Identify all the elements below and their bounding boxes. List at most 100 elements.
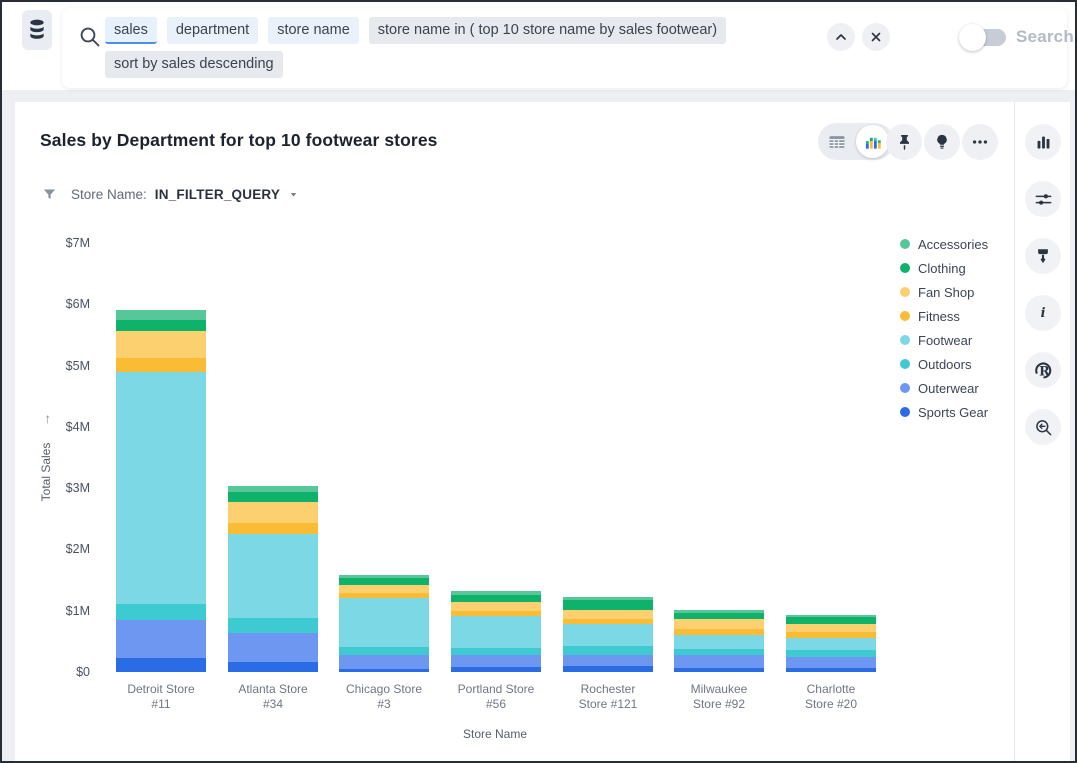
x-tick-label: MilwaukeeStore #92 xyxy=(664,682,774,712)
legend-dot-icon xyxy=(900,359,910,369)
searchiq-toggle[interactable] xyxy=(961,29,1006,46)
stacked-bar[interactable] xyxy=(339,575,429,672)
bar-segment[interactable] xyxy=(786,617,876,624)
bar-segment[interactable] xyxy=(674,635,764,649)
table-view-button[interactable] xyxy=(818,123,856,160)
bar-segment[interactable] xyxy=(339,598,429,647)
legend-dot-icon xyxy=(900,287,910,297)
svg-text:R: R xyxy=(1039,363,1050,378)
chart-styles-button[interactable] xyxy=(1025,238,1061,274)
legend-label: Sports Gear xyxy=(918,405,988,420)
search-token[interactable]: store name xyxy=(268,17,359,44)
bar-segment[interactable] xyxy=(563,646,653,655)
bar-segment[interactable] xyxy=(563,624,653,646)
bar-segment[interactable] xyxy=(228,523,318,534)
stacked-bar[interactable] xyxy=(228,486,318,672)
filter-value[interactable]: IN_FILTER_QUERY xyxy=(155,187,280,202)
data-source-button[interactable] xyxy=(22,10,52,50)
stacked-bar[interactable] xyxy=(451,591,541,672)
bar-segment[interactable] xyxy=(116,331,206,358)
bar-segment[interactable] xyxy=(563,666,653,672)
legend-dot-icon xyxy=(900,407,910,417)
bar-segment[interactable] xyxy=(116,620,206,658)
app-window: sales department store name store name in (… xyxy=(0,0,1077,763)
bar-segment[interactable] xyxy=(786,650,876,657)
bar-segment[interactable] xyxy=(116,658,206,672)
bar-segment[interactable] xyxy=(674,649,764,656)
x-tick-label: Detroit Store#11 xyxy=(106,682,216,712)
explore-data-button[interactable] xyxy=(1025,409,1061,445)
pin-button[interactable] xyxy=(886,124,922,160)
bar-segment[interactable] xyxy=(339,585,429,593)
search-header: sales department store name store name in (… xyxy=(2,2,1075,90)
chart-view-button[interactable] xyxy=(856,125,889,158)
r-analysis-button[interactable]: R xyxy=(1025,352,1061,388)
stacked-bar[interactable] xyxy=(674,610,764,672)
bar-segment[interactable] xyxy=(339,647,429,655)
legend-label: Accessories xyxy=(918,237,988,252)
bar-segment[interactable] xyxy=(786,638,876,650)
bar-segment[interactable] xyxy=(116,320,206,331)
search-token[interactable]: store name in ( top 10 store name by sal… xyxy=(369,17,726,44)
bar-segment[interactable] xyxy=(674,655,764,667)
bar-segment[interactable] xyxy=(339,669,429,672)
bar-segment[interactable] xyxy=(228,492,318,502)
bar-segment[interactable] xyxy=(563,655,653,666)
bar-segment[interactable] xyxy=(563,600,653,610)
search-token[interactable]: sales xyxy=(105,17,157,44)
legend-item[interactable]: Footwear xyxy=(900,328,988,352)
bar-segment[interactable] xyxy=(451,667,541,672)
toggle-knob xyxy=(959,24,986,51)
bar-segment[interactable] xyxy=(339,578,429,585)
search-back-icon xyxy=(1034,418,1053,437)
answer-card: Sales by Department for top 10 footwear … xyxy=(15,102,1014,763)
bar-segment[interactable] xyxy=(451,602,541,612)
change-chart-type-button[interactable] xyxy=(1025,124,1061,160)
bar-segment[interactable] xyxy=(786,624,876,632)
bar-segment[interactable] xyxy=(228,502,318,523)
stacked-bar[interactable] xyxy=(563,597,653,672)
stacked-bar[interactable] xyxy=(786,615,876,672)
more-options-button[interactable] xyxy=(962,124,998,160)
y-tick-label: $6M xyxy=(38,297,90,311)
bar-segment[interactable] xyxy=(786,668,876,672)
bar-segment[interactable] xyxy=(228,618,318,633)
bar-segment[interactable] xyxy=(228,486,318,493)
collapse-search-button[interactable] xyxy=(827,23,855,51)
legend-item[interactable]: Outdoors xyxy=(900,352,988,376)
legend-item[interactable]: Fan Shop xyxy=(900,280,988,304)
bar-segment[interactable] xyxy=(116,604,206,620)
bar-segment[interactable] xyxy=(451,648,541,655)
bar-segment[interactable] xyxy=(116,358,206,373)
caret-down-icon[interactable] xyxy=(288,189,299,200)
bar-segment[interactable] xyxy=(786,657,876,667)
legend-dot-icon xyxy=(900,335,910,345)
bar-segment[interactable] xyxy=(116,310,206,319)
search-token[interactable]: sort by sales descending xyxy=(105,51,283,78)
bar-segment[interactable] xyxy=(116,372,206,604)
bar-segment[interactable] xyxy=(228,662,318,672)
configure-chart-button[interactable] xyxy=(1025,181,1061,217)
bar-segment[interactable] xyxy=(228,633,318,662)
bar-segment[interactable] xyxy=(451,655,541,667)
search-bar[interactable]: sales department store name store name in (… xyxy=(62,8,1067,88)
svg-text:i: i xyxy=(1041,306,1046,321)
legend-label: Outdoors xyxy=(918,357,971,372)
info-icon: i xyxy=(1034,304,1052,322)
legend-item[interactable]: Accessories xyxy=(900,232,988,256)
insights-button[interactable] xyxy=(924,124,960,160)
bar-segment[interactable] xyxy=(339,655,429,669)
stacked-bar[interactable] xyxy=(116,310,206,672)
bar-segment[interactable] xyxy=(674,668,764,672)
bar-segment[interactable] xyxy=(674,619,764,629)
clear-search-button[interactable] xyxy=(862,23,890,51)
legend-item[interactable]: Sports Gear xyxy=(900,400,988,424)
bar-segment[interactable] xyxy=(451,616,541,648)
legend-item[interactable]: Outerwear xyxy=(900,376,988,400)
bar-segment[interactable] xyxy=(228,534,318,618)
search-token[interactable]: department xyxy=(167,17,258,44)
info-button[interactable]: i xyxy=(1025,295,1061,331)
bar-segment[interactable] xyxy=(563,610,653,619)
legend-item[interactable]: Clothing xyxy=(900,256,988,280)
legend-item[interactable]: Fitness xyxy=(900,304,988,328)
